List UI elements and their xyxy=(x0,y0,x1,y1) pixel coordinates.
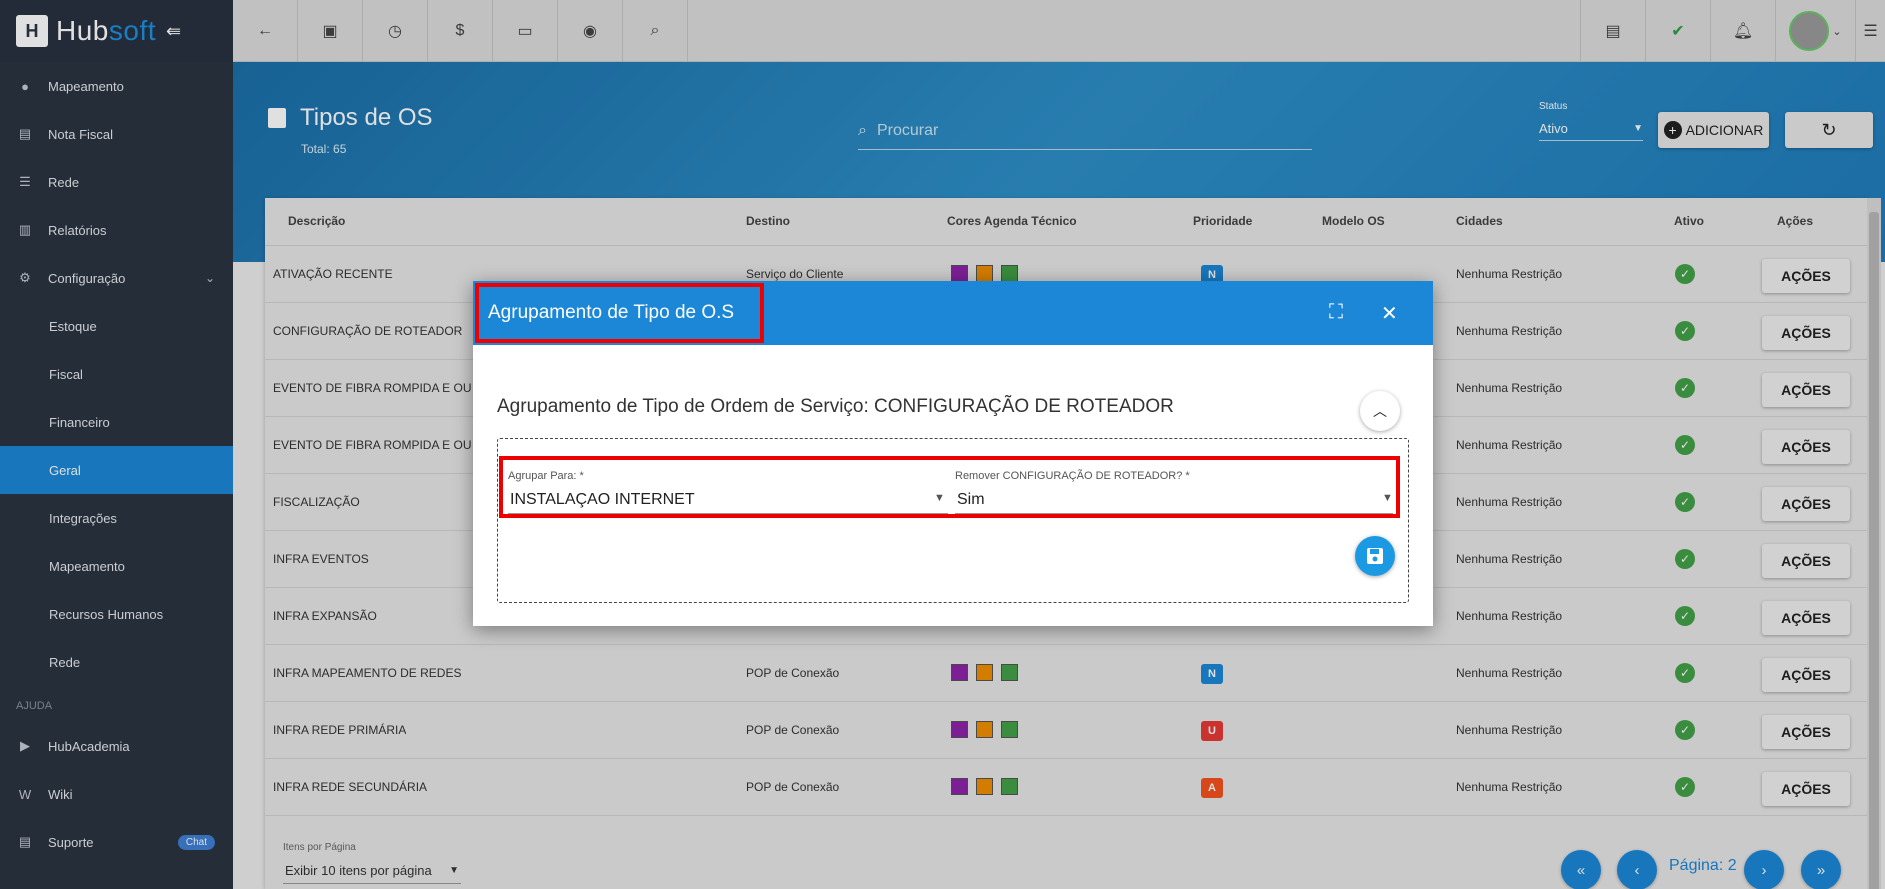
close-icon[interactable]: ✕ xyxy=(1381,301,1398,326)
field-remover-select[interactable]: Sim xyxy=(957,491,985,509)
field-underline xyxy=(955,513,1393,514)
chevron-up-icon: ︿ xyxy=(1373,403,1387,419)
caret-down-icon: ▼ xyxy=(1382,492,1393,504)
floppy-disk-icon xyxy=(1367,548,1383,564)
caret-down-icon: ▼ xyxy=(934,492,945,504)
modal-subtitle: Agrupamento de Tipo de Ordem de Serviço:… xyxy=(497,396,1174,417)
collapse-button[interactable]: ︿ xyxy=(1360,391,1400,431)
field-agrupar-label: Agrupar Para: * xyxy=(508,470,584,482)
field-remover-label: Remover CONFIGURAÇÃO DE ROTEADOR? * xyxy=(955,470,1190,482)
fullscreen-icon[interactable]: ⛶ xyxy=(1329,301,1343,324)
modal-header: Agrupamento de Tipo de O.S ⛶ ✕ xyxy=(473,281,1433,345)
highlight-box xyxy=(475,283,764,343)
save-button[interactable] xyxy=(1355,536,1395,576)
field-agrupar-select[interactable]: INSTALAÇAO INTERNET xyxy=(510,491,695,509)
grouping-modal: Agrupamento de Tipo de O.S ⛶ ✕ Agrupamen… xyxy=(473,281,1433,626)
field-underline xyxy=(508,513,948,514)
